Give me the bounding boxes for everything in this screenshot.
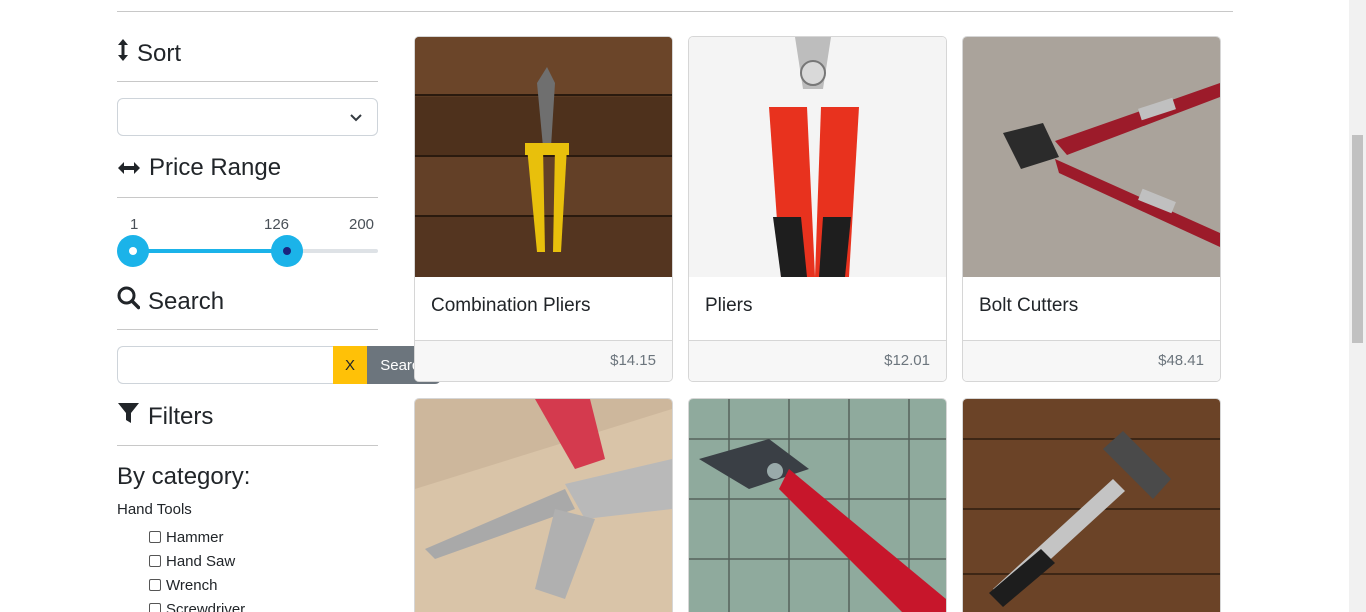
scrollbar-thumb[interactable]	[1352, 135, 1363, 343]
product-image-combination-pliers[interactable]	[415, 37, 672, 277]
chevron-down-icon	[350, 114, 362, 122]
category-item-hand-saw[interactable]: Hand Saw	[149, 549, 245, 573]
search-input[interactable]	[117, 346, 333, 384]
product-card[interactable]: Bolt Cutters $48.41	[962, 36, 1221, 382]
product-price: $14.15	[415, 341, 672, 381]
category-item-screwdriver[interactable]: Screwdriver	[149, 597, 245, 612]
range-track-fill	[133, 249, 287, 253]
price-range-heading: Price Range	[117, 154, 281, 182]
category-group-label: Hand Tools	[117, 501, 192, 518]
product-image-bolt-cutters[interactable]	[963, 37, 1220, 277]
product-image-needle-nose-pliers[interactable]	[415, 399, 672, 612]
product-name[interactable]: Pliers	[689, 277, 946, 341]
product-card[interactable]: Pliers $12.01	[688, 36, 947, 382]
range-high-handle[interactable]	[270, 235, 303, 267]
sort-select[interactable]	[117, 98, 378, 136]
checkbox[interactable]	[149, 579, 161, 591]
sort-divider	[117, 81, 378, 82]
product-price: $48.41	[963, 341, 1220, 381]
magnifier-icon	[117, 286, 141, 317]
top-divider	[117, 11, 1233, 12]
category-list: Hammer Hand Saw Wrench Screwdriver	[149, 525, 245, 612]
category-item-label: Screwdriver	[166, 600, 246, 612]
filters-divider	[117, 445, 378, 446]
category-item-wrench[interactable]: Wrench	[149, 573, 245, 597]
checkbox[interactable]	[149, 603, 161, 612]
sort-heading: Sort	[117, 38, 181, 69]
product-image-water-pump-pliers[interactable]	[689, 399, 946, 612]
category-item-label: Wrench	[166, 576, 218, 594]
product-image-pliers[interactable]	[689, 37, 946, 277]
product-name[interactable]: Combination Pliers	[415, 277, 672, 341]
search-divider	[117, 329, 378, 330]
page-scrollbar[interactable]	[1349, 0, 1366, 612]
price-range-title: Price Range	[149, 154, 282, 181]
sort-title: Sort	[137, 39, 182, 67]
range-max-label: 200	[349, 216, 375, 233]
price-range-slider[interactable]: 1 126 200	[117, 214, 378, 274]
product-card[interactable]	[688, 398, 947, 612]
horizontal-arrows-icon	[117, 154, 141, 182]
search-group: X Search	[117, 346, 441, 384]
search-title: Search	[148, 287, 225, 315]
product-card[interactable]	[962, 398, 1221, 612]
by-category-heading: By category:	[117, 463, 251, 490]
vertical-arrows-icon	[117, 38, 129, 69]
price-range-divider	[117, 197, 378, 198]
product-price: $12.01	[689, 341, 946, 381]
product-card[interactable]	[414, 398, 673, 612]
product-name[interactable]: Bolt Cutters	[963, 277, 1220, 341]
product-image-hammer[interactable]	[963, 399, 1220, 612]
range-value-label: 126	[264, 216, 290, 233]
range-low-handle[interactable]	[117, 235, 149, 267]
filters-title: Filters	[148, 402, 214, 430]
range-min-label: 1	[130, 216, 139, 233]
checkbox[interactable]	[149, 555, 161, 567]
category-item-label: Hand Saw	[166, 552, 236, 570]
product-card[interactable]: Combination Pliers $14.15	[414, 36, 673, 382]
search-heading: Search	[117, 286, 224, 317]
category-item-hammer[interactable]: Hammer	[149, 525, 245, 549]
clear-search-button[interactable]: X	[333, 346, 367, 384]
checkbox[interactable]	[149, 531, 161, 543]
category-item-label: Hammer	[166, 528, 224, 546]
filters-heading: Filters	[117, 402, 213, 431]
funnel-icon	[117, 402, 140, 431]
